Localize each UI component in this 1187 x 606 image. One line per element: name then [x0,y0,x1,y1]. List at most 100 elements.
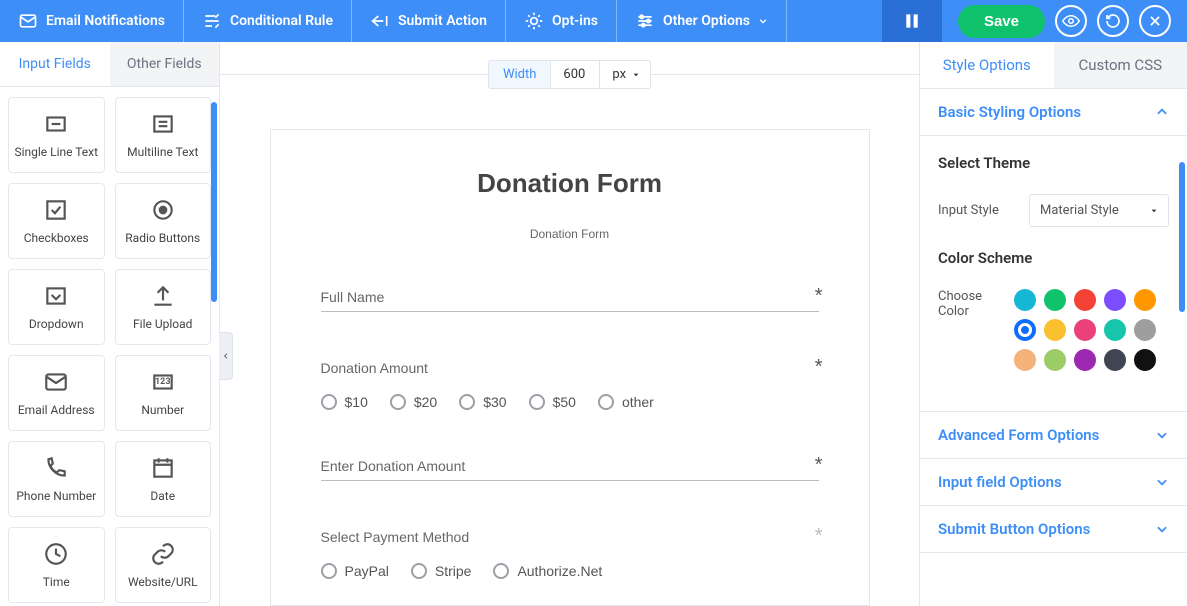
field-type-phone[interactable]: Phone Number [8,441,105,517]
radio-label: $50 [553,394,576,410]
checkbox-icon [43,197,69,223]
field-type-date[interactable]: Date [115,441,212,517]
embed-code-button[interactable] [882,0,942,42]
field-type-multi-line[interactable]: Multiline Text [115,97,212,173]
donation-amount-option[interactable]: $30 [459,394,506,410]
payment-method-option[interactable]: PayPal [321,563,389,579]
field-type-time[interactable]: Time [8,527,105,603]
form-title: Donation Form [321,168,819,199]
donation-amount-option[interactable]: other [598,394,654,410]
color-swatch[interactable] [1044,349,1066,371]
choose-color-label: Choose Color [938,289,1014,319]
accordion-input-field[interactable]: Input field Options [920,459,1187,506]
donation-amount-option[interactable]: $20 [390,394,437,410]
chevron-up-icon [1155,105,1169,119]
field-payment-method[interactable]: Select Payment Method [321,529,819,545]
radio-label: $10 [345,394,368,410]
chevron-down-icon [1155,522,1169,536]
color-swatch[interactable] [1134,289,1156,311]
field-type-dropdown[interactable]: Dropdown [8,269,105,345]
input-style-label: Input Style [938,203,999,218]
color-swatch[interactable] [1104,349,1126,371]
radio-icon [493,563,509,579]
color-swatch[interactable] [1074,319,1096,341]
tab-other-fields[interactable]: Other Fields [110,42,220,86]
form-subtitle: Donation Form [321,227,819,241]
preview-button[interactable] [1055,5,1087,37]
field-full-name[interactable]: Full Name [321,289,385,305]
single-line-icon [43,111,69,137]
donation-amount-option[interactable]: $50 [529,394,576,410]
field-type-label: Date [150,489,175,503]
topbar-submit-action[interactable]: Submit Action [352,0,506,42]
canvas-area: Width 600 px Donation Form Donation Form… [220,42,919,606]
field-type-label: File Upload [133,317,192,331]
right-sidebar: Style Options Custom CSS Basic Styling O… [919,42,1187,606]
topbar-other-options[interactable]: Other Options [617,0,787,42]
radio-icon [321,563,337,579]
payment-method-option[interactable]: Stripe [411,563,472,579]
payment-method-option[interactable]: Authorize.Net [493,563,602,579]
radio-label: $20 [414,394,437,410]
width-unit-select[interactable]: px [600,61,650,88]
topbar-opt-ins[interactable]: Opt-ins [506,0,617,42]
collapse-left-sidebar[interactable] [219,332,233,380]
radio-icon [459,394,475,410]
topbar-conditional-rule[interactable]: Conditional Rule [184,0,352,42]
right-scrollbar[interactable] [1179,162,1185,312]
field-type-radio[interactable]: Radio Buttons [115,183,212,259]
save-button[interactable]: Save [958,5,1045,38]
radio-label: PayPal [345,563,389,579]
width-value-input[interactable]: 600 [550,61,600,88]
close-button[interactable] [1139,5,1171,37]
required-icon: * [815,525,823,548]
required-icon: * [815,454,823,477]
color-swatch[interactable] [1044,319,1066,341]
email-icon [43,369,69,395]
radio-icon [411,563,427,579]
width-label: Width [489,61,550,88]
color-swatch[interactable] [1104,319,1126,341]
color-swatch[interactable] [1074,349,1096,371]
time-icon [43,541,69,567]
radio-icon [150,197,176,223]
chevron-down-icon [758,16,768,26]
color-swatch[interactable] [1014,289,1036,311]
tab-style-options[interactable]: Style Options [920,42,1054,88]
left-scrollbar[interactable] [211,102,217,302]
dropdown-icon [43,283,69,309]
tab-input-fields[interactable]: Input Fields [0,42,110,86]
color-swatch[interactable] [1014,349,1036,371]
chevron-down-icon [1155,428,1169,442]
refresh-button[interactable] [1097,5,1129,37]
color-swatch[interactable] [1134,349,1156,371]
color-swatch[interactable] [1044,289,1066,311]
accordion-advanced-form[interactable]: Advanced Form Options [920,412,1187,459]
color-swatch[interactable] [1014,319,1036,341]
radio-label: other [622,394,654,410]
color-swatch[interactable] [1104,289,1126,311]
field-type-url[interactable]: Website/URL [115,527,212,603]
form-width-control: Width 600 px [220,60,919,89]
color-scheme-heading: Color Scheme [938,249,1169,267]
field-type-number[interactable]: 123Number [115,355,212,431]
field-type-label: Radio Buttons [125,231,200,245]
form-canvas[interactable]: Donation Form Donation Form Full Name * … [270,129,870,606]
field-donation-amount[interactable]: Donation Amount [321,360,819,376]
field-type-checkbox[interactable]: Checkboxes [8,183,105,259]
tab-custom-css[interactable]: Custom CSS [1054,42,1187,88]
input-style-select[interactable]: Material Style [1029,194,1169,227]
donation-amount-option[interactable]: $10 [321,394,368,410]
field-type-upload[interactable]: File Upload [115,269,212,345]
required-icon: * [815,285,823,308]
radio-icon [390,394,406,410]
color-swatch[interactable] [1074,289,1096,311]
select-theme-heading: Select Theme [938,154,1169,172]
topbar-email-notifications[interactable]: Email Notifications [0,0,184,42]
color-swatch[interactable] [1134,319,1156,341]
field-enter-amount[interactable]: Enter Donation Amount [321,458,466,474]
field-type-single-line[interactable]: Single Line Text [8,97,105,173]
field-type-email[interactable]: Email Address [8,355,105,431]
accordion-basic-styling[interactable]: Basic Styling Options [920,89,1187,136]
accordion-submit-button[interactable]: Submit Button Options [920,506,1187,553]
